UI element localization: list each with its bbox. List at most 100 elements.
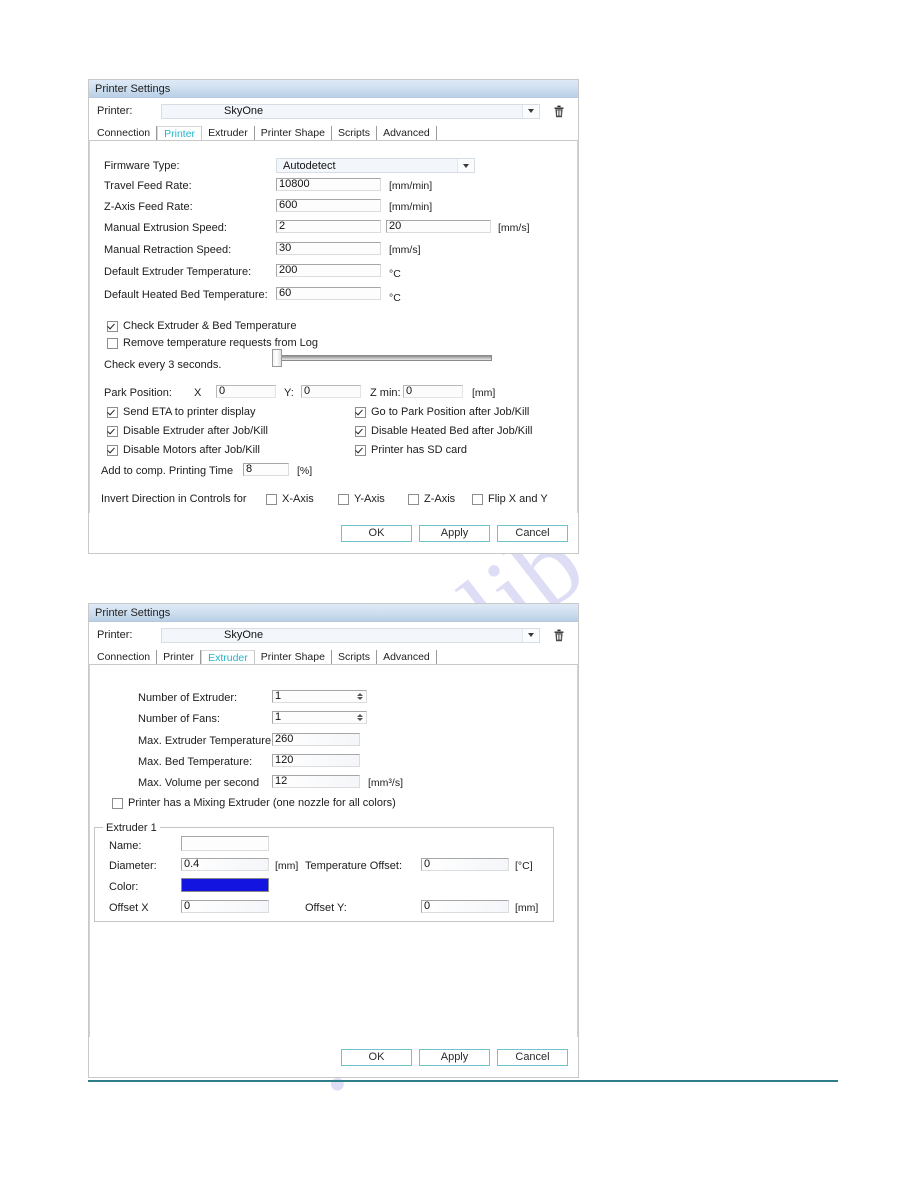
- tab-connection[interactable]: Connection: [91, 126, 158, 140]
- apply-button[interactable]: Apply: [419, 524, 490, 542]
- travel-feed-rate-input[interactable]: 10800: [276, 178, 381, 191]
- disable-extruder-checkbox[interactable]: Disable Extruder after Job/Kill: [107, 425, 268, 437]
- chevron-down-icon[interactable]: [522, 104, 539, 118]
- send-eta-checkbox[interactable]: Send ETA to printer display: [107, 406, 255, 418]
- extruder-name-input[interactable]: [181, 836, 269, 851]
- offset-y-input[interactable]: 0: [421, 900, 509, 913]
- extruder-color-swatch[interactable]: [181, 878, 269, 892]
- tab-printer[interactable]: Printer: [157, 126, 203, 141]
- disable-heated-bed-checkbox[interactable]: Disable Heated Bed after Job/Kill: [355, 425, 532, 437]
- max-extruder-temperature-input[interactable]: 260: [272, 733, 360, 746]
- tab-scripts[interactable]: Scripts: [332, 126, 378, 140]
- dialog-titlebar: Printer Settings: [89, 604, 578, 622]
- checkbox-box: [112, 797, 123, 809]
- checkbox-box: [472, 493, 483, 505]
- chevron-down-icon[interactable]: [522, 628, 539, 642]
- park-x-label: X: [194, 387, 202, 399]
- number-of-fans-stepper[interactable]: 1: [272, 711, 367, 724]
- z-axis-feed-rate-input[interactable]: 600: [276, 199, 381, 212]
- default-extruder-temperature-label: Default Extruder Temperature:: [104, 266, 252, 278]
- apply-button[interactable]: Apply: [419, 1048, 490, 1066]
- disable-heated-bed-label: Disable Heated Bed after Job/Kill: [371, 425, 533, 437]
- offset-x-input[interactable]: 0: [181, 900, 269, 913]
- stepper-arrows-icon[interactable]: [354, 691, 365, 702]
- number-of-extruder-stepper[interactable]: 1: [272, 690, 367, 703]
- check-extruder-bed-temperature-checkbox[interactable]: Check Extruder & Bed Temperature: [107, 320, 296, 332]
- extruder-name-label: Name:: [109, 840, 142, 852]
- disable-motors-checkbox[interactable]: Disable Motors after Job/Kill: [107, 444, 260, 456]
- tab-extruder[interactable]: Extruder: [202, 126, 255, 140]
- extruder-color-label: Color:: [109, 881, 139, 893]
- park-z-label: Z min:: [370, 387, 401, 399]
- chevron-down-icon[interactable]: [457, 159, 474, 172]
- max-volume-per-second-input[interactable]: 12: [272, 775, 360, 788]
- cancel-button[interactable]: Cancel: [497, 524, 568, 542]
- cancel-button[interactable]: Cancel: [497, 1048, 568, 1066]
- tab-printer-shape[interactable]: Printer Shape: [255, 650, 332, 664]
- park-z-input[interactable]: 0: [403, 385, 463, 398]
- printer-has-sd-card-checkbox[interactable]: Printer has SD card: [355, 444, 467, 456]
- tab-scripts[interactable]: Scripts: [332, 650, 378, 664]
- flip-x-and-y-label: Flip X and Y: [488, 493, 548, 505]
- slider-track[interactable]: [272, 355, 492, 361]
- check-extruder-bed-temperature-label: Check Extruder & Bed Temperature: [123, 320, 297, 332]
- tab-advanced[interactable]: Advanced: [377, 650, 437, 664]
- invert-y-axis-checkbox[interactable]: Y-Axis: [338, 493, 385, 505]
- manual-extrusion-speed-input-2[interactable]: 20: [386, 220, 491, 233]
- mixing-extruder-label: Printer has a Mixing Extruder (one nozzl…: [128, 797, 396, 809]
- stepper-arrows-icon[interactable]: [354, 712, 365, 723]
- mixing-extruder-checkbox[interactable]: Printer has a Mixing Extruder (one nozzl…: [112, 797, 396, 809]
- firmware-type-combobox[interactable]: Autodetect: [276, 158, 475, 173]
- firmware-type-label: Firmware Type:: [104, 160, 180, 172]
- tab-printer[interactable]: Printer: [157, 650, 202, 664]
- checkbox-box: [408, 493, 419, 505]
- tab-strip: Connection Printer Extruder Printer Shap…: [89, 124, 578, 141]
- ok-button[interactable]: OK: [341, 524, 412, 542]
- trash-icon[interactable]: [548, 105, 570, 118]
- slider-thumb[interactable]: [272, 349, 282, 367]
- firmware-type-value: Autodetect: [283, 159, 336, 172]
- manual-retraction-speed-label: Manual Retraction Speed:: [104, 244, 232, 256]
- travel-feed-rate-unit: [mm/min]: [389, 180, 433, 192]
- remove-temperature-requests-checkbox[interactable]: Remove temperature requests from Log: [107, 337, 318, 349]
- offset-y-label: Offset Y:: [305, 902, 347, 914]
- checkbox-box: [107, 444, 118, 456]
- tab-extruder[interactable]: Extruder: [201, 650, 255, 665]
- temperature-offset-input[interactable]: 0: [421, 858, 509, 871]
- default-extruder-temperature-input[interactable]: 200: [276, 264, 381, 277]
- number-of-extruder-label: Number of Extruder:: [138, 692, 238, 704]
- invert-z-axis-checkbox[interactable]: Z-Axis: [408, 493, 455, 505]
- flip-x-and-y-checkbox[interactable]: Flip X and Y: [472, 493, 548, 505]
- extruder-diameter-input[interactable]: 0.4: [181, 858, 269, 871]
- max-bed-temperature-input[interactable]: 120: [272, 754, 360, 767]
- park-x-input[interactable]: 0: [216, 385, 276, 398]
- extruder-diameter-unit: [mm]: [275, 860, 299, 872]
- tab-connection[interactable]: Connection: [91, 650, 158, 664]
- check-interval-slider[interactable]: [272, 349, 492, 367]
- tab-advanced[interactable]: Advanced: [377, 126, 437, 140]
- checkbox-box: [107, 406, 118, 418]
- z-axis-feed-rate-unit: [mm/min]: [389, 201, 433, 213]
- trash-icon[interactable]: [548, 629, 570, 642]
- printer-has-sd-card-label: Printer has SD card: [371, 444, 467, 456]
- default-bed-temperature-input[interactable]: 60: [276, 287, 381, 300]
- invert-x-axis-checkbox[interactable]: X-Axis: [266, 493, 314, 505]
- page-bottom-rule: [88, 1080, 838, 1082]
- manual-retraction-speed-input[interactable]: 30: [276, 242, 381, 255]
- printer-combobox-value: SkyOne: [224, 105, 264, 117]
- dialog-footer: OK Apply Cancel: [89, 1037, 578, 1077]
- goto-park-position-checkbox[interactable]: Go to Park Position after Job/Kill: [355, 406, 529, 418]
- tab-strip: Connection Printer Extruder Printer Shap…: [89, 648, 578, 665]
- max-volume-per-second-label: Max. Volume per second: [138, 777, 260, 789]
- tab-printer-shape[interactable]: Printer Shape: [255, 126, 332, 140]
- number-of-fans-value: 1: [275, 711, 282, 723]
- printer-combobox[interactable]: SkyOne: [161, 627, 540, 643]
- invert-z-axis-label: Z-Axis: [424, 493, 456, 505]
- park-y-input[interactable]: 0: [301, 385, 361, 398]
- ok-button[interactable]: OK: [341, 1048, 412, 1066]
- manual-extrusion-speed-input-1[interactable]: 2: [276, 220, 381, 233]
- printer-label: Printer:: [97, 629, 133, 641]
- printer-combobox[interactable]: SkyOne: [161, 103, 540, 119]
- manual-retraction-speed-unit: [mm/s]: [389, 244, 421, 256]
- add-to-printing-time-input[interactable]: 8: [243, 463, 289, 476]
